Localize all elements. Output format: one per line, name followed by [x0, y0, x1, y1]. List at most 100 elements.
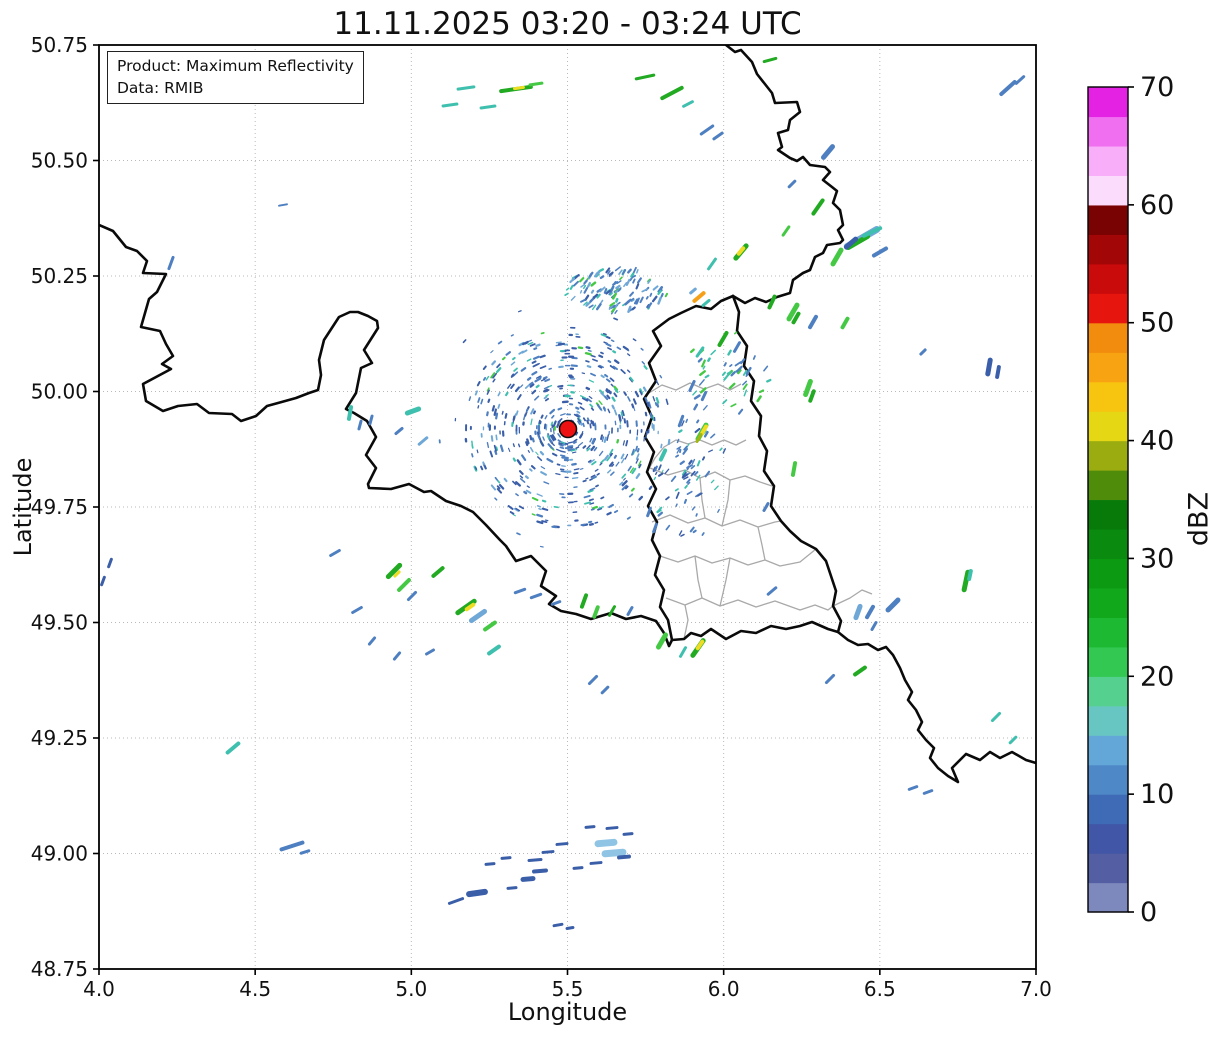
y-tick-label: 49.00 — [31, 842, 88, 866]
colorbar-tick-label: 40 — [1140, 426, 1174, 457]
colorbar-segment — [1088, 794, 1128, 825]
echo-mark — [551, 452, 558, 457]
echo-mark — [552, 922, 564, 928]
colorbar-segment — [1088, 145, 1128, 176]
echo-mark — [544, 519, 549, 522]
echo-mark — [609, 377, 615, 382]
echo-mark — [680, 533, 685, 537]
colorbar-segment — [1088, 381, 1128, 412]
echo-mark — [505, 391, 509, 397]
echo-mark — [582, 479, 587, 483]
echo-mark — [614, 309, 618, 314]
colorbar-tick-label: 10 — [1140, 779, 1174, 810]
echo-mark — [346, 405, 354, 421]
echo-mark — [486, 411, 489, 417]
echo-mark — [626, 353, 631, 357]
echo-mark — [961, 569, 971, 593]
echo-mark — [922, 789, 934, 795]
echo-mark — [590, 407, 595, 411]
echo-mark — [513, 587, 527, 595]
echo-mark — [632, 338, 637, 342]
data-source-line: Data: RMIB — [117, 79, 204, 97]
echo-mark — [587, 349, 592, 352]
echo-mark — [658, 472, 664, 477]
echo-mark — [471, 443, 474, 449]
echo-mark — [594, 838, 618, 848]
echo-mark — [599, 275, 605, 280]
echo-mark — [620, 453, 625, 460]
echo-mark — [536, 493, 543, 497]
echo-mark — [543, 395, 548, 400]
echo-mark — [648, 485, 653, 490]
echo-mark — [598, 354, 604, 359]
echo-mark — [698, 379, 705, 386]
echo-mark — [571, 462, 577, 466]
echo-mark — [762, 56, 778, 64]
echo-mark — [756, 395, 762, 403]
echo-mark — [551, 414, 555, 419]
echo-mark — [727, 349, 732, 356]
echo-mark — [717, 330, 729, 348]
echo-mark — [632, 274, 637, 278]
echo-mark — [605, 826, 619, 830]
echo-mark — [607, 359, 612, 363]
y-tick-label: 49.50 — [31, 611, 88, 635]
echo-mark — [589, 487, 596, 491]
echo-mark — [684, 484, 688, 489]
echo-mark — [507, 383, 512, 389]
echo-mark — [279, 840, 305, 852]
echo-mark — [529, 343, 536, 347]
echo-mark — [573, 441, 578, 444]
echo-mark — [723, 373, 730, 381]
echo-mark — [699, 124, 715, 136]
echo-mark — [553, 505, 559, 509]
colorbar-segment — [1088, 470, 1128, 501]
colorbar-segment — [1088, 263, 1128, 294]
echo-mark — [484, 862, 496, 866]
echo-mark — [580, 283, 585, 288]
echo-mark — [691, 458, 696, 465]
echo-mark — [540, 414, 544, 419]
echo-mark — [651, 295, 658, 303]
echo-mark — [540, 471, 548, 476]
colorbar: 0 10 20 30 40 50 60 70 — [1087, 72, 1174, 928]
echo-mark — [572, 866, 584, 870]
product-line: Product: Maximum Reflectivity — [117, 57, 354, 75]
colorbar-segment — [1088, 293, 1128, 324]
echo-mark — [665, 524, 671, 531]
echo-mark — [225, 741, 241, 755]
echo-mark — [506, 886, 518, 890]
echo-mark — [594, 468, 599, 472]
echo-mark — [811, 198, 825, 216]
echo-mark — [501, 410, 504, 415]
echo-mark — [791, 311, 801, 325]
echo-mark — [575, 406, 580, 410]
echo-mark — [558, 442, 563, 445]
echo-mark — [606, 394, 611, 400]
echo-mark — [656, 632, 668, 650]
echo-mark — [584, 294, 590, 301]
echo-mark — [658, 464, 662, 471]
colorbar-segment — [1088, 764, 1128, 795]
echo-mark — [628, 493, 634, 498]
colorbar-segment — [1088, 440, 1128, 471]
echo-mark — [582, 422, 585, 428]
echo-mark — [633, 407, 636, 412]
echo-mark — [529, 381, 534, 386]
echo-mark — [512, 457, 517, 462]
colorbar-segment — [1088, 587, 1128, 618]
echo-mark — [483, 620, 497, 632]
echo-mark — [531, 513, 536, 516]
colorbar-segment — [1088, 87, 1128, 118]
echo-mark — [790, 461, 798, 477]
colorbar-tick-label: 0 — [1140, 897, 1157, 928]
echo-mark — [743, 389, 748, 397]
colorbar-segment — [1088, 322, 1128, 353]
echo-mark — [599, 462, 603, 466]
echo-mark — [634, 73, 656, 81]
echo-mark — [498, 483, 505, 490]
echo-mark — [627, 465, 632, 472]
echo-mark — [635, 473, 641, 479]
echo-mark — [664, 292, 669, 298]
echo-mark — [591, 505, 598, 510]
